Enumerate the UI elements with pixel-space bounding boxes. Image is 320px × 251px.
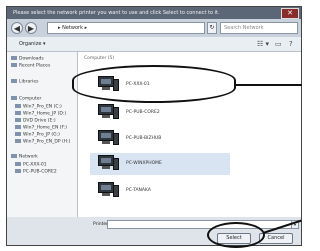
- nav-item-network[interactable]: Network: [11, 154, 38, 160]
- computer-icon: [98, 104, 120, 121]
- navigation-pane: Downloads Recent Places Libraries Comput…: [7, 52, 78, 217]
- nav-item-label: Win7_Pro_EN_DP (H:): [23, 139, 71, 145]
- views-icon[interactable]: ☷ ▾: [257, 40, 269, 48]
- list-item[interactable]: PC-PUB-CORE2: [90, 102, 230, 124]
- nav-item-label: Libraries: [19, 79, 39, 85]
- drive-icon: [15, 139, 21, 143]
- nav-item-label: Network: [19, 154, 38, 160]
- nav-item-label: Win7_Pro_JP (G:): [23, 132, 60, 138]
- callout-circle-selected-computer: [72, 65, 236, 103]
- drive-icon: [15, 132, 21, 136]
- drive-icon: [15, 111, 21, 115]
- nav-item-drive-d[interactable]: Win7_Home_JP (D:): [15, 111, 66, 117]
- computer-icon: [98, 182, 120, 199]
- address-row: ◀ ▶ ▸ Network ▸ ↻ Search Network: [7, 19, 301, 37]
- nav-item-drive-f[interactable]: Win7_Home_EN (F:): [15, 125, 67, 131]
- drive-icon: [15, 125, 21, 129]
- list-item[interactable]: PC-TANAKA: [90, 180, 230, 202]
- search-input[interactable]: Search Network: [220, 22, 298, 34]
- list-item-selected[interactable]: PC-WINXPHOME: [90, 153, 230, 175]
- nav-item-label: Recent Places: [19, 63, 51, 69]
- list-item[interactable]: PC-PUB-BIZHUB: [90, 128, 230, 150]
- nav-item-downloads[interactable]: Downloads: [11, 56, 44, 62]
- nav-item-drive-c[interactable]: Win7_Pro_EN (C:): [15, 104, 62, 110]
- dialog-title: Please select the network printer you wa…: [13, 10, 220, 16]
- forward-button[interactable]: ▶: [25, 22, 37, 34]
- group-header: Computer (5): [84, 56, 115, 61]
- nav-item-label: Downloads: [19, 56, 44, 62]
- folder-icon: [11, 56, 17, 60]
- computer-icon: [98, 155, 120, 172]
- drive-icon: [15, 104, 21, 108]
- list-item-label: PC-PUB-BIZHUB: [126, 136, 162, 141]
- list-item-label: PC-PUB-CORE2: [126, 110, 160, 115]
- select-printer-dialog: Please select the network printer you wa…: [6, 6, 302, 246]
- computer-icon: [98, 130, 120, 147]
- network-icon: [11, 154, 17, 158]
- dvd-drive-icon: [15, 118, 21, 122]
- address-bar[interactable]: ▸ Network ▸: [47, 22, 205, 34]
- folder-icon: [11, 63, 17, 67]
- printer-name-field[interactable]: ▾: [107, 220, 299, 229]
- computer-icon: [15, 162, 21, 166]
- callout-circle-select-button: [207, 222, 265, 248]
- library-icon: [11, 79, 17, 83]
- callout-leader-line: [236, 84, 302, 86]
- organize-button[interactable]: Organize ▾: [19, 41, 46, 47]
- nav-item-pc-xxx-01[interactable]: PC-XXX-01: [15, 162, 47, 168]
- toolbar: Organize ▾ ☷ ▾ ▭ ?: [7, 37, 301, 52]
- preview-pane-icon[interactable]: ▭: [275, 40, 282, 48]
- nav-item-pc-pub-core2[interactable]: PC-PUB-CORE2: [15, 169, 57, 175]
- address-path: ▸ Network ▸: [58, 25, 88, 31]
- nav-item-label: Computer: [19, 96, 42, 102]
- nav-item-label: DVD Drive (E:): [23, 118, 56, 124]
- nav-item-label: Win7_Home_EN (F:): [23, 125, 68, 131]
- nav-item-label: PC-PUB-CORE2: [23, 169, 57, 175]
- list-item-label: PC-TANAKA: [126, 188, 151, 193]
- computer-icon: [11, 96, 17, 100]
- nav-item-drive-h[interactable]: Win7_Pro_EN_DP (H:): [15, 139, 70, 145]
- close-button[interactable]: ✕: [281, 8, 299, 19]
- nav-item-recent-places[interactable]: Recent Places: [11, 63, 50, 69]
- back-button[interactable]: ◀: [11, 22, 23, 34]
- dialog-title-bar: Please select the network printer you wa…: [7, 7, 301, 19]
- nav-item-label: Win7_Pro_EN (C:): [23, 104, 62, 110]
- nav-item-label: Win7_Home_JP (D:): [23, 111, 67, 117]
- nav-item-drive-e[interactable]: DVD Drive (E:): [15, 118, 56, 124]
- nav-item-libraries[interactable]: Libraries: [11, 79, 38, 85]
- nav-item-drive-g[interactable]: Win7_Pro_JP (G:): [15, 132, 60, 138]
- help-icon[interactable]: ?: [289, 40, 293, 48]
- refresh-button[interactable]: ↻: [207, 22, 217, 34]
- nav-item-computer[interactable]: Computer: [11, 96, 41, 102]
- nav-item-label: PC-XXX-01: [23, 162, 47, 168]
- computer-icon: [15, 169, 21, 173]
- list-item-label: PC-WINXPHOME: [126, 161, 162, 166]
